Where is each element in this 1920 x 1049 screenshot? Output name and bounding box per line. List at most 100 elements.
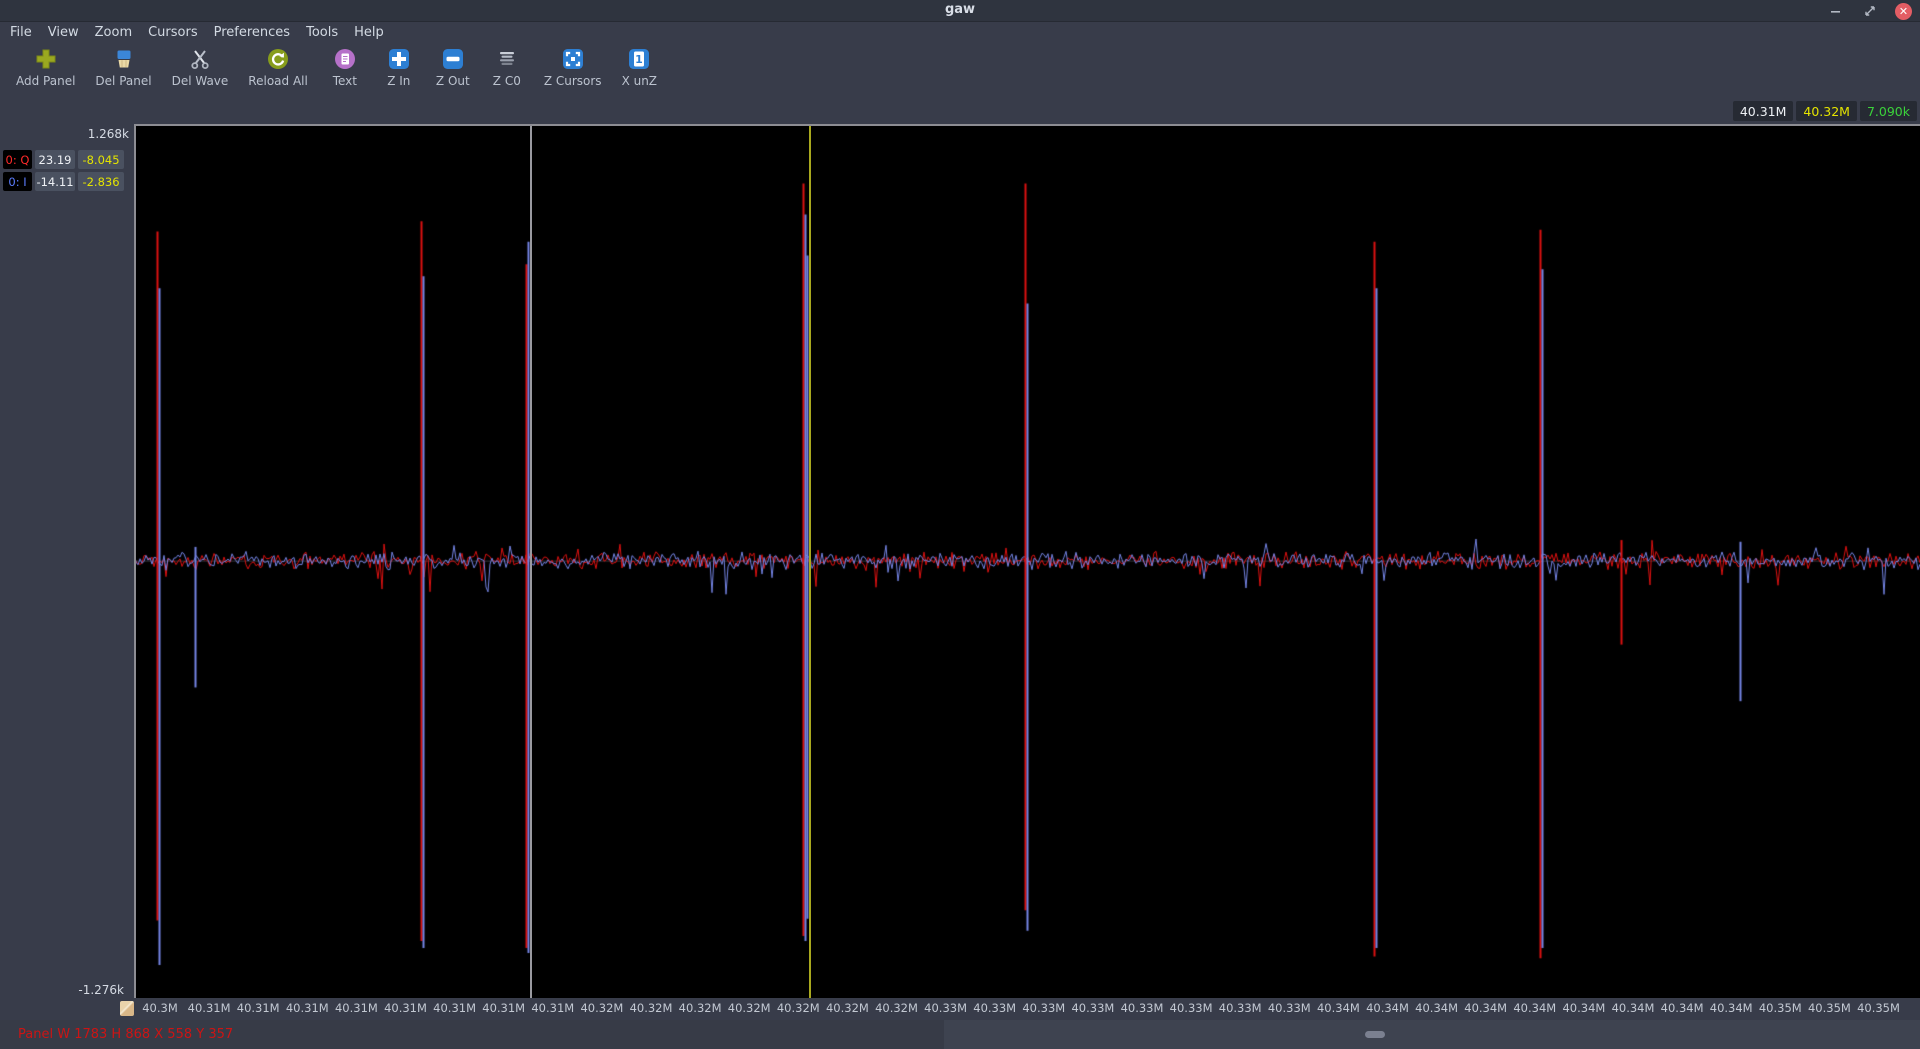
menu-zoom[interactable]: Zoom	[93, 23, 142, 42]
tool-label: Z Cursors	[543, 74, 602, 88]
reload-all-icon	[267, 48, 289, 70]
horizontal-scrollbar[interactable]	[944, 1020, 1920, 1049]
x-tick-label: 40.34M	[1415, 1001, 1459, 1015]
x-tick-label: 40.31M	[531, 1001, 575, 1015]
x-tick-label: 40.35M	[1807, 1001, 1851, 1015]
main-area: 1.268k 0: Q 23.19 -8.045 0: I -14.11 -2.836 -…	[0, 124, 1920, 1020]
z-cursors-button[interactable]: Z Cursors	[534, 46, 612, 90]
cursor1-readout: 40.32M	[1796, 101, 1857, 121]
del-wave-button[interactable]: Del Wave	[162, 46, 239, 90]
measure-cursor-1[interactable]	[809, 126, 812, 998]
x-tick-label: 40.34M	[1660, 1001, 1704, 1015]
signal-name-button[interactable]: 0: I	[3, 172, 32, 191]
waveform-canvas[interactable]	[136, 126, 1920, 998]
cursor0-readout: 40.31M	[1732, 101, 1794, 121]
x-tick-label: 40.32M	[727, 1001, 771, 1015]
restore-button[interactable]	[1861, 2, 1879, 20]
x-tick-label: 40.34M	[1513, 1001, 1557, 1015]
zoom-cursors-icon	[562, 48, 584, 70]
tool-label: Del Wave	[171, 74, 229, 88]
scrollbar-thumb[interactable]	[1365, 1031, 1385, 1038]
axis-note-icon[interactable]	[120, 1001, 134, 1016]
menu-preferences[interactable]: Preferences	[212, 23, 300, 42]
x-tick-label: 40.31M	[285, 1001, 329, 1015]
menu-tools[interactable]: Tools	[304, 23, 348, 42]
cursor-readout-strip: 40.31M 40.32M 7.090k	[0, 98, 1920, 124]
x-tick-label: 40.33M	[1267, 1001, 1311, 1015]
zoom-c0-icon	[496, 48, 518, 70]
tool-label: Text	[332, 74, 357, 88]
status-text: Panel W 1783 H 868 X 558 Y 357	[18, 1027, 234, 1042]
x-tick-label: 40.34M	[1611, 1001, 1655, 1015]
restore-icon	[1865, 6, 1875, 16]
tool-label: Add Panel	[16, 74, 76, 88]
x-axis: 40.3M 40.31M 40.31M 40.31M 40.31M 40.31M 40.31…	[0, 998, 1920, 1020]
x-unz-button[interactable]: 1 X unZ	[612, 46, 667, 90]
x-tick-label: 40.31M	[334, 1001, 378, 1015]
x-tick-label: 40.32M	[629, 1001, 673, 1015]
x-tick-label: 40.32M	[776, 1001, 820, 1015]
menu-cursors[interactable]: Cursors	[146, 23, 208, 42]
del-wave-icon	[189, 48, 211, 70]
x-tick-label: 40.34M	[1562, 1001, 1606, 1015]
del-panel-icon	[113, 48, 135, 70]
cursor-delta-readout: 7.090k	[1859, 101, 1917, 121]
x-tick-label: 40.35M	[1857, 1001, 1900, 1015]
close-button[interactable]: ✕	[1895, 2, 1912, 20]
reload-all-button[interactable]: Reload All	[238, 46, 318, 90]
y-min-label: -1.276k	[78, 983, 124, 997]
minimize-button[interactable]	[1827, 2, 1845, 20]
x-tick-label: 40.33M	[1022, 1001, 1066, 1015]
z-in-button[interactable]: Z In	[372, 46, 426, 90]
x-tick-label: 40.33M	[924, 1001, 968, 1015]
measure-cursor-0[interactable]	[529, 126, 532, 998]
zoom-out-icon	[442, 48, 464, 70]
signal-cursor0-value: 23.19	[35, 150, 75, 169]
window-title: gaw	[944, 2, 976, 17]
text-button[interactable]: Text	[318, 46, 372, 90]
x-tick-label: 40.32M	[678, 1001, 722, 1015]
zoom-in-icon	[388, 48, 410, 70]
signal-gutter: 1.268k 0: Q 23.19 -8.045 0: I -14.11 -2.836 -…	[0, 124, 134, 998]
signal-cursor1-value: -8.045	[78, 150, 124, 169]
status-message-area: Panel W 1783 H 868 X 558 Y 357	[0, 1020, 944, 1049]
x-tick-label: 40.33M	[1218, 1001, 1262, 1015]
menu-view[interactable]: View	[46, 23, 89, 42]
gaw-window: gaw ✕ File View Zoom Cursors Preferences Tool…	[0, 0, 1920, 1049]
x-tick-label: 40.32M	[825, 1001, 869, 1015]
y-max-label: 1.268k	[87, 127, 129, 141]
menu-help[interactable]: Help	[352, 23, 394, 42]
tool-label: Reload All	[248, 74, 308, 88]
x-tick-label: 40.34M	[1366, 1001, 1409, 1015]
menu-file[interactable]: File	[8, 23, 42, 42]
signal-list: 0: Q 23.19 -8.045 0: I -14.11 -2.836	[0, 150, 134, 191]
tool-label: Del Panel	[95, 74, 152, 88]
toolbar: Add Panel Del Panel Del Wave Reload All Text…	[0, 42, 1920, 98]
waveform-panel[interactable]	[134, 124, 1920, 998]
add-panel-button[interactable]: Add Panel	[6, 46, 85, 90]
titlebar: gaw ✕	[0, 0, 1920, 22]
x-tick-label: 40.35M	[1758, 1001, 1802, 1015]
tool-label: X unZ	[621, 74, 658, 88]
signal-row: 0: I -14.11 -2.836	[3, 172, 134, 191]
signal-row: 0: Q 23.19 -8.045	[3, 150, 134, 169]
add-panel-icon	[35, 48, 57, 70]
x-tick-label: 40.34M	[1709, 1001, 1753, 1015]
x-tick-label: 40.31M	[433, 1001, 477, 1015]
x-tick-label: 40.33M	[973, 1001, 1017, 1015]
x-tick-label: 40.32M	[875, 1001, 918, 1015]
del-panel-button[interactable]: Del Panel	[85, 46, 161, 90]
x-tick-label: 40.31M	[236, 1001, 280, 1015]
x-tick-label: 40.31M	[384, 1001, 427, 1015]
signal-cursor0-value: -14.11	[35, 172, 75, 191]
wave-row: 1.268k 0: Q 23.19 -8.045 0: I -14.11 -2.836 -…	[0, 124, 1920, 998]
text-icon	[334, 48, 356, 70]
window-controls: ✕	[1827, 0, 1912, 22]
x-tick-label: 40.33M	[1071, 1001, 1115, 1015]
x-tick-label: 40.31M	[482, 1001, 526, 1015]
z-c0-button[interactable]: Z C0	[480, 46, 534, 90]
signal-name-button[interactable]: 0: Q	[3, 150, 32, 169]
z-out-button[interactable]: Z Out	[426, 46, 480, 90]
tool-label: Z In	[387, 74, 411, 88]
svg-text:1: 1	[635, 53, 643, 66]
